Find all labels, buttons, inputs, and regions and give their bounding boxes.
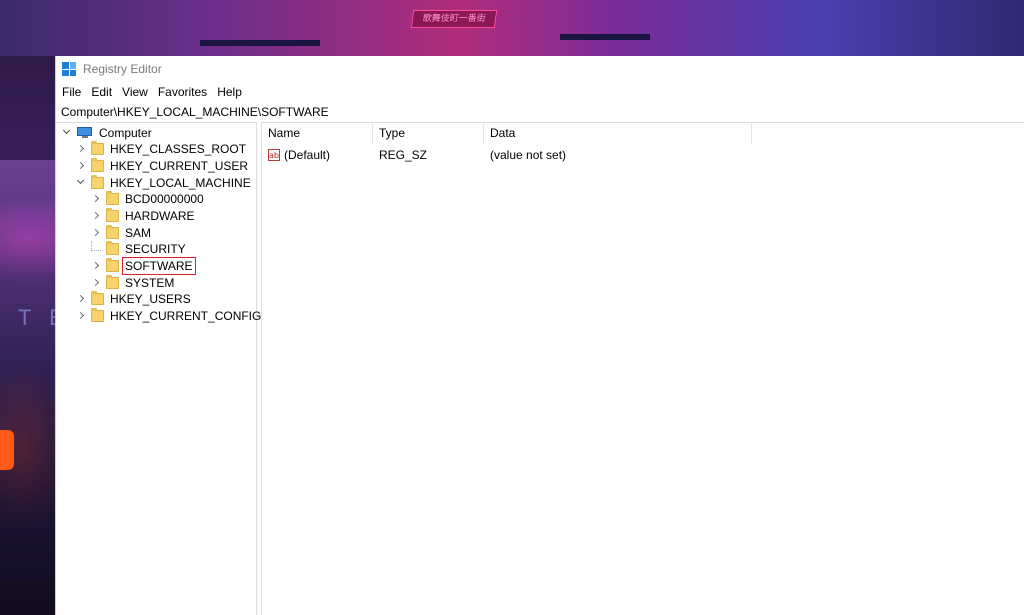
- tree-item-hkey-local-machine[interactable]: HKEY_LOCAL_MACHINE: [76, 174, 252, 191]
- folder-icon: [106, 207, 119, 222]
- tree-item-label: Computer: [99, 125, 152, 140]
- value-name: (Default): [284, 147, 331, 162]
- menu-help[interactable]: Help: [213, 85, 246, 99]
- string-value-icon: ab: [268, 148, 280, 161]
- tree-item-hardware[interactable]: HARDWARE: [91, 207, 196, 224]
- tree-item-label: HKEY_CLASSES_ROOT: [110, 141, 247, 156]
- wallpaper-neon-sign: 歌舞伎町一番街: [410, 10, 498, 28]
- expand-chevron-icon[interactable]: [91, 211, 101, 221]
- expand-chevron-icon[interactable]: [91, 278, 101, 288]
- column-headers: Name Type Data: [262, 122, 752, 144]
- value-data-cell: (value not set): [490, 147, 567, 162]
- expand-chevron-icon[interactable]: [76, 311, 86, 321]
- folder-icon: [106, 274, 119, 289]
- tree-item-label: SECURITY: [125, 241, 186, 256]
- tree-item-label: HARDWARE: [125, 208, 195, 223]
- wallpaper-bar: [560, 34, 650, 40]
- tree-item-hkey-users[interactable]: HKEY_USERS: [76, 290, 192, 307]
- folder-icon: [106, 224, 119, 239]
- tree-item-label-selected: SOFTWARE: [122, 256, 196, 275]
- tree-item-hkey-current-config[interactable]: HKEY_CURRENT_CONFIG: [76, 307, 262, 324]
- wallpaper-bar: [200, 40, 320, 46]
- tree-item-hkey-current-user[interactable]: HKEY_CURRENT_USER: [76, 157, 249, 174]
- column-header-type[interactable]: Type: [373, 122, 484, 144]
- tree-item-sam[interactable]: SAM: [91, 224, 152, 241]
- column-header-name[interactable]: Name: [262, 122, 373, 144]
- folder-icon: [91, 290, 104, 305]
- window-title: Registry Editor: [83, 62, 162, 76]
- expand-chevron-icon[interactable]: [91, 194, 101, 204]
- tree-item-label: HKEY_LOCAL_MACHINE: [110, 175, 251, 190]
- menu-edit[interactable]: Edit: [87, 85, 116, 99]
- menu-file[interactable]: File: [58, 85, 85, 99]
- expand-chevron-icon[interactable]: [76, 144, 86, 154]
- tree-item-security[interactable]: SECURITY: [91, 240, 187, 257]
- key-tree-pane[interactable]: Computer HKEY_CLASSES_ROOT HKEY_CURRENT_…: [56, 122, 261, 615]
- folder-icon: [106, 257, 119, 272]
- tree-item-computer[interactable]: Computer: [62, 124, 153, 141]
- collapse-chevron-icon[interactable]: [62, 128, 72, 138]
- expand-chevron-icon[interactable]: [76, 161, 86, 171]
- tree-connector: [91, 240, 101, 251]
- folder-icon: [91, 307, 104, 322]
- expand-chevron-icon[interactable]: [91, 261, 101, 271]
- value-row[interactable]: ab (Default) REG_SZ (value not set): [262, 146, 752, 163]
- folder-icon: [91, 140, 104, 155]
- tree-item-label: BCD00000000: [125, 191, 204, 206]
- wallpaper-left-panel: [0, 160, 55, 580]
- title-bar[interactable]: Registry Editor: [56, 56, 1024, 82]
- wallpaper-neon-strip: [0, 0, 1024, 56]
- collapse-chevron-icon[interactable]: [76, 178, 86, 188]
- tree-item-label: HKEY_CURRENT_USER: [110, 158, 249, 173]
- column-header-data[interactable]: Data: [484, 122, 752, 144]
- registry-editor-window: Registry Editor File Edit View Favorites…: [55, 56, 1024, 615]
- folder-icon: [106, 240, 119, 255]
- tree-item-system[interactable]: SYSTEM: [91, 274, 175, 291]
- tree-item-software[interactable]: SOFTWARE: [91, 256, 196, 275]
- menu-view[interactable]: View: [118, 85, 152, 99]
- expand-chevron-icon[interactable]: [76, 294, 86, 304]
- tree-item-bcd00000000[interactable]: BCD00000000: [91, 190, 205, 207]
- tree-item-label: SYSTEM: [125, 275, 175, 290]
- value-name-cell: ab (Default): [262, 148, 373, 162]
- folder-icon: [106, 190, 119, 205]
- wallpaper-orange-light: [0, 430, 14, 470]
- registry-editor-icon: [62, 62, 76, 76]
- folder-icon: [91, 174, 104, 189]
- folder-icon: [91, 157, 104, 172]
- computer-icon: [77, 126, 93, 139]
- menu-favorites[interactable]: Favorites: [154, 85, 211, 99]
- expand-chevron-icon[interactable]: [91, 228, 101, 238]
- values-list-pane[interactable]: Name Type Data ab (Default) REG_SZ (valu…: [262, 122, 1024, 615]
- tree-item-label: SAM: [125, 225, 152, 240]
- menu-bar: File Edit View Favorites Help: [56, 82, 1024, 102]
- tree-item-label: HKEY_USERS: [110, 291, 191, 306]
- tree-item-label: HKEY_CURRENT_CONFIG: [110, 308, 262, 323]
- value-type-cell: REG_SZ: [379, 147, 428, 162]
- tree-item-hkey-classes-root[interactable]: HKEY_CLASSES_ROOT: [76, 140, 247, 157]
- address-bar[interactable]: Computer\HKEY_LOCAL_MACHINE\SOFTWARE: [56, 102, 1024, 123]
